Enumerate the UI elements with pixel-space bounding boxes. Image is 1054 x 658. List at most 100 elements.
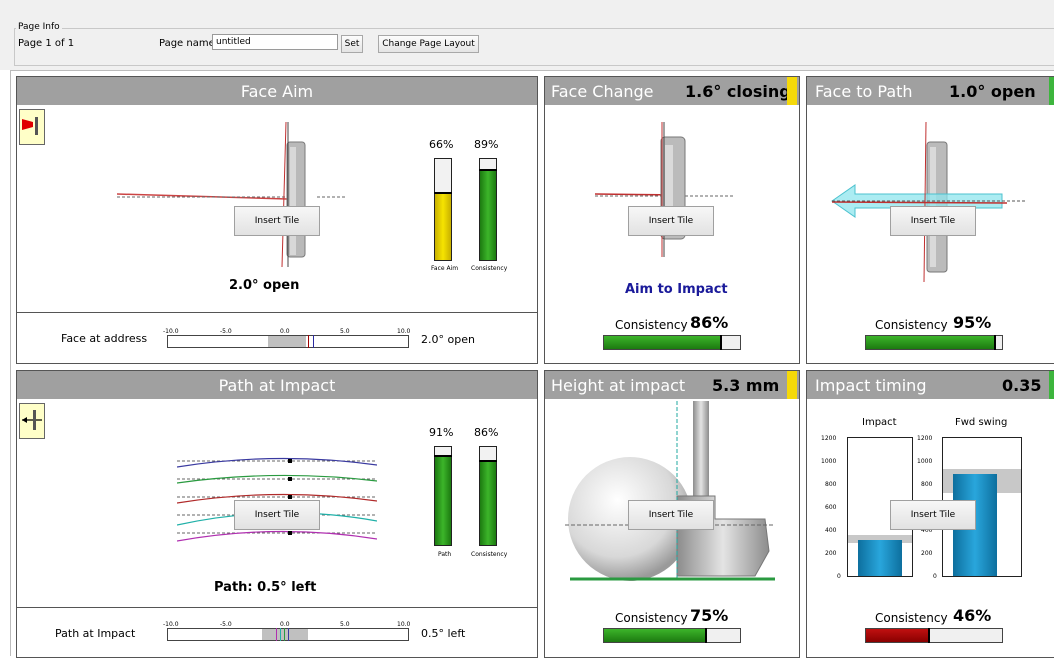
height-insert-tile-button[interactable]: Insert Tile	[628, 500, 714, 530]
axis-tick: 0	[837, 573, 841, 580]
path-divider	[17, 607, 537, 608]
face-at-address-label: Face at address	[61, 332, 148, 345]
page-info-legend: Page Info	[16, 22, 62, 32]
face-change-consistency-label: Consistency	[615, 318, 688, 332]
height-value: 5.3 mm	[712, 375, 780, 395]
path-bar-pct: 91%	[429, 426, 454, 439]
face-change-putter-graphic	[594, 122, 735, 257]
path-at-impact-title: Path at Impact	[218, 375, 336, 395]
face-change-value: 1.6° closing	[685, 81, 791, 101]
face-to-path-consistency-bar	[865, 335, 1003, 350]
face-aim-putter-graphic	[117, 121, 347, 268]
face-at-address-scale	[167, 335, 409, 348]
face-change-consistency-bar	[603, 335, 741, 350]
path-at-impact-label: Path at Impact	[55, 627, 136, 640]
face-to-path-consistency-label: Consistency	[875, 318, 948, 332]
path-bar-label: Path	[438, 551, 452, 558]
height-consistency-pct: 75%	[690, 606, 729, 625]
putter-path-icon	[19, 403, 45, 439]
scale-tick: -10.0	[163, 328, 179, 335]
axis-tick: 1000	[821, 458, 837, 465]
page-count: Page 1 of 1	[18, 38, 75, 49]
face-to-path-title: Face to Path	[815, 81, 913, 101]
height-header: Height at impact 5.3 mm	[545, 371, 799, 399]
axis-tick: 1200	[821, 435, 837, 442]
face-aim-divider	[17, 312, 537, 313]
path-at-impact-scale	[167, 628, 409, 641]
page-name-label: Page name:	[159, 38, 219, 49]
face-at-address-value: 2.0° open	[421, 333, 475, 346]
height-consistency-label: Consistency	[615, 611, 688, 625]
timing-status-flag	[1049, 371, 1054, 399]
scale-tick: 5.0	[340, 328, 350, 335]
set-button[interactable]: Set	[341, 35, 363, 53]
path-insert-tile-button[interactable]: Insert Tile	[234, 500, 320, 530]
path-consistency-bar	[479, 446, 497, 546]
face-aim-tile[interactable]: Face Aim Insert Tile 66% 89% Face Aim Co…	[16, 76, 538, 364]
timing-title: Impact timing	[815, 375, 927, 395]
face-aim-bar-pct: 66%	[429, 138, 454, 151]
face-to-path-consistency-pct: 95%	[953, 313, 992, 332]
scale-tick: 0.0	[280, 328, 290, 335]
path-consistency-pct: 86%	[474, 426, 499, 439]
scale-tick: -10.0	[163, 621, 179, 628]
axis-tick: 800	[921, 481, 933, 488]
scale-tick: 5.0	[340, 621, 350, 628]
axis-tick: 1000	[917, 458, 933, 465]
axis-tick: 600	[825, 504, 837, 511]
face-to-path-insert-tile-button[interactable]: Insert Tile	[890, 206, 976, 236]
ball-putter-height-graphic	[565, 401, 775, 581]
face-change-status-flag	[787, 77, 797, 105]
face-to-path-tile[interactable]: Face to Path 1.0° open Insert Tile Consi…	[806, 76, 1054, 364]
page-info-panel: Page Info Page 1 of 1 Page name: Set Cha…	[0, 0, 1054, 70]
height-consistency-bar	[603, 628, 741, 643]
timing-consistency-label: Consistency	[875, 611, 948, 625]
face-change-title: Face Change	[551, 81, 654, 101]
face-aim-consistency-bar	[479, 158, 497, 261]
face-change-insert-tile-button[interactable]: Insert Tile	[628, 206, 714, 236]
face-to-path-graphic	[831, 121, 1027, 283]
change-layout-button[interactable]: Change Page Layout	[378, 35, 479, 53]
axis-tick: 200	[825, 550, 837, 557]
fwd-swing-chart-label: Fwd swing	[955, 417, 1008, 428]
path-at-impact-header: Path at Impact	[17, 371, 537, 399]
scale-tick: -5.0	[220, 328, 232, 335]
height-status-flag	[787, 371, 797, 399]
timing-insert-tile-button[interactable]: Insert Tile	[890, 500, 976, 530]
impact-chart-label: Impact	[862, 417, 897, 428]
scale-tick: -5.0	[220, 621, 232, 628]
path-at-impact-tile[interactable]: Path at Impact Insert Tile 91% 86% Path …	[16, 370, 538, 658]
timing-consistency-bar	[865, 628, 1003, 643]
face-aim-result: 2.0° open	[229, 278, 300, 293]
face-to-path-header: Face to Path 1.0° open	[807, 77, 1054, 105]
face-aim-header: Face Aim	[17, 77, 537, 105]
path-bar	[434, 446, 452, 546]
path-result: Path: 0.5° left	[214, 580, 317, 595]
face-to-path-value: 1.0° open	[949, 81, 1036, 101]
aim-to-impact-label: Aim to Impact	[625, 282, 728, 297]
face-change-header: Face Change 1.6° closing	[545, 77, 799, 105]
face-aim-consistency-pct: 89%	[474, 138, 499, 151]
timing-header: Impact timing 0.35	[807, 371, 1054, 399]
face-aim-consistency-label: Consistency	[471, 265, 508, 272]
axis-tick: 400	[825, 527, 837, 534]
face-aim-bar	[434, 158, 452, 261]
scale-tick: 10.0	[397, 621, 411, 628]
face-change-consistency-pct: 86%	[690, 313, 729, 332]
impact-timing-tile[interactable]: Impact timing 0.35 Impact Fwd swing 1200…	[806, 370, 1054, 658]
face-aim-insert-tile-button[interactable]: Insert Tile	[234, 206, 320, 236]
page-name-input[interactable]	[212, 34, 338, 50]
timing-value: 0.35	[1002, 375, 1042, 395]
axis-tick: 800	[825, 481, 837, 488]
height-at-impact-tile[interactable]: Height at impact 5.3 mm Insert Tile Cons…	[544, 370, 800, 658]
scale-tick: 0.0	[280, 621, 290, 628]
height-title: Height at impact	[551, 375, 686, 395]
scale-tick: 10.0	[397, 328, 411, 335]
path-at-impact-value: 0.5° left	[421, 627, 466, 640]
putter-face-aim-icon	[19, 109, 45, 145]
axis-tick: 200	[921, 550, 933, 557]
face-aim-title: Face Aim	[240, 81, 314, 101]
axis-tick: 1200	[917, 435, 933, 442]
face-change-tile[interactable]: Face Change 1.6° closing Insert Tile Aim…	[544, 76, 800, 364]
face-to-path-status-flag	[1049, 77, 1054, 105]
